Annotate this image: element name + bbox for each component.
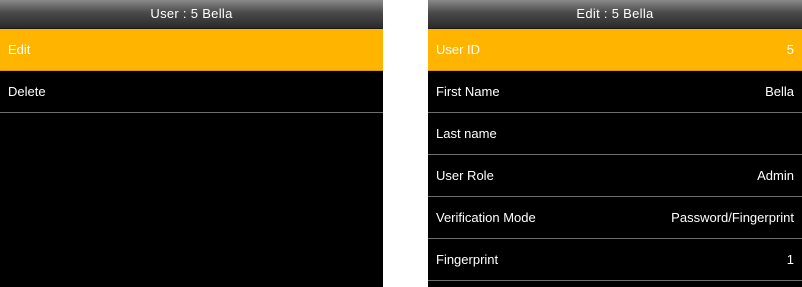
field-fingerprint[interactable]: Fingerprint 1 bbox=[428, 239, 802, 281]
field-label: Fingerprint bbox=[436, 252, 499, 267]
menu-item-edit[interactable]: Edit bbox=[0, 29, 383, 71]
field-value: 1 bbox=[786, 252, 794, 267]
field-label: Verification Mode bbox=[436, 210, 536, 225]
field-last-name[interactable]: Last name bbox=[428, 113, 802, 155]
field-value: Password/Fingerprint bbox=[671, 210, 794, 225]
edit-user-screen: Edit : 5 Bella User ID 5 First Name Bell… bbox=[428, 0, 802, 287]
field-user-role[interactable]: User Role Admin bbox=[428, 155, 802, 197]
field-value: 5 bbox=[786, 42, 794, 57]
field-verification-mode[interactable]: Verification Mode Password/Fingerprint bbox=[428, 197, 802, 239]
field-first-name[interactable]: First Name Bella bbox=[428, 71, 802, 113]
field-value: Admin bbox=[757, 168, 794, 183]
user-menu-screen: User : 5 Bella Edit Delete bbox=[0, 0, 383, 287]
screen-title: User : 5 Bella bbox=[0, 0, 383, 29]
screen-title: Edit : 5 Bella bbox=[428, 0, 802, 29]
menu-item-delete[interactable]: Delete bbox=[0, 71, 383, 113]
menu-item-label: Delete bbox=[8, 84, 46, 99]
field-value: Bella bbox=[765, 84, 794, 99]
field-label: First Name bbox=[436, 84, 500, 99]
field-label: User ID bbox=[436, 42, 481, 57]
field-label: Last name bbox=[436, 126, 497, 141]
menu-item-label: Edit bbox=[8, 42, 31, 57]
field-label: User Role bbox=[436, 168, 494, 183]
field-user-id[interactable]: User ID 5 bbox=[428, 29, 802, 71]
